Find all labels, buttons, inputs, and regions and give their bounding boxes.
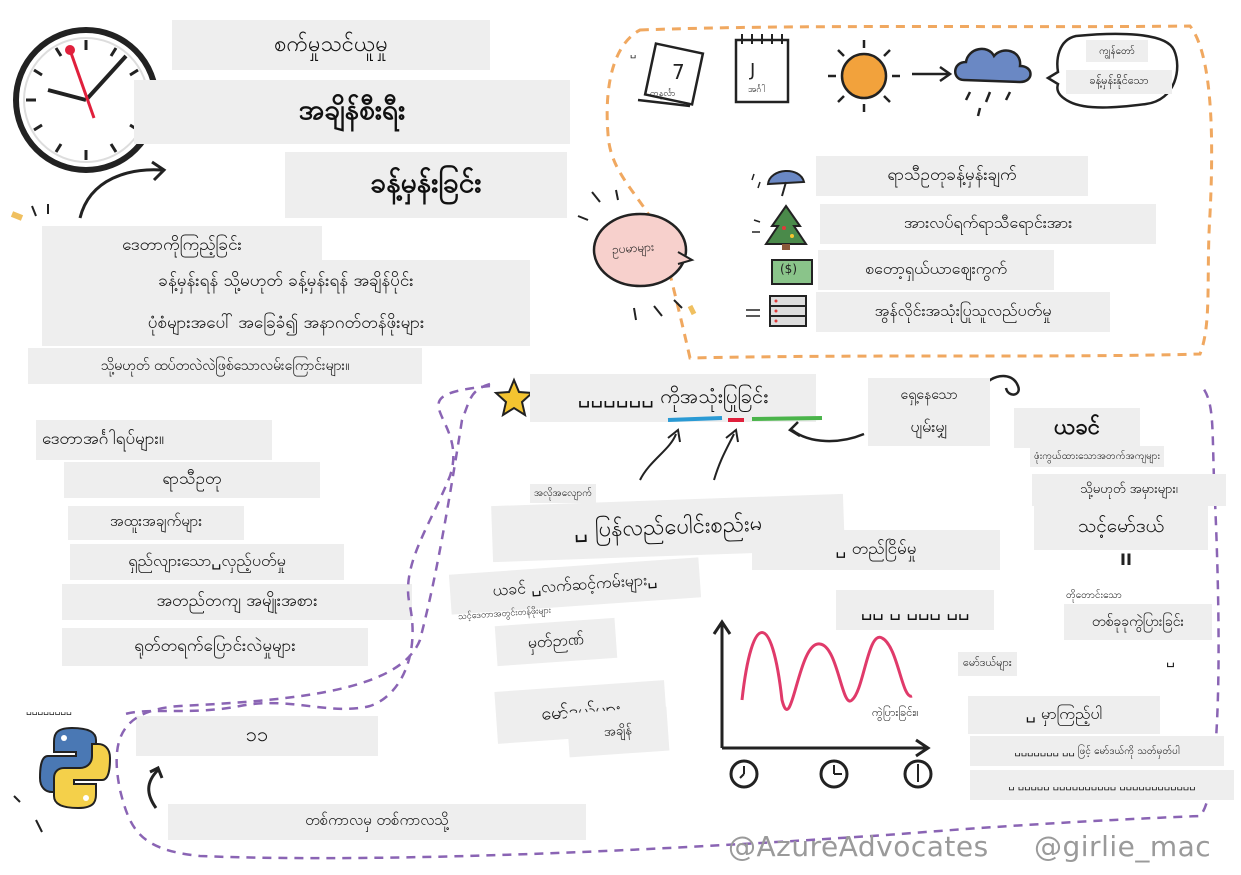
your-model: သင့်မော်ဒယ် (1034, 506, 1208, 550)
chart-caption: ကွဲပြားခြင်း။ (872, 706, 919, 719)
divider-glyph: II (1120, 550, 1132, 569)
auto-label: အလိုအလျောက် (530, 484, 597, 503)
moving-average-1: ရှေ့နေသော (868, 378, 990, 412)
moving-average-2: ပျမ်းမျှ (868, 410, 990, 446)
evaluate-line-2: ␣ ␣␣␣␣␣ ␣␣␣␣␣␣␣␣␣␣ ␣␣␣␣␣␣␣␣␣␣␣␣ (970, 770, 1234, 800)
look-at: ␣ မှာကြည့်ပါ (968, 696, 1160, 734)
short-note: တိုတောင်းသော (1066, 590, 1122, 601)
time-label: အချိန် (566, 706, 670, 758)
something-changes: တစ်ခုခုကွဲပြားခြင်း (1064, 604, 1212, 640)
memory-label: မှတ်ဉာဏ် (494, 617, 618, 667)
wave-chart (712, 619, 931, 758)
footer-girlie-mac: @girlie_mac (1034, 830, 1212, 863)
evaluate-line-1: ␣␣␣␣␣␣␣ ␣␣ ဖြင့် မော်ဒယ်ကို သတ်မှတ်ပါ (970, 736, 1224, 766)
clock-small-icons (729, 759, 933, 789)
stationarity: ␣ တည်ငြိမ်မှု (752, 530, 1000, 570)
models-note: မော်ဒယ်များ (958, 652, 1017, 676)
curved-arrow-icon-2 (639, 428, 739, 481)
hidden-fluctuations: ဖုံးကွယ်ထားသောအတက်အကျများ (1030, 446, 1165, 467)
previous-heading: ယခင် (1014, 408, 1140, 448)
curved-arrow-icon (787, 421, 865, 443)
footer-azure-advocates: @AzureAdvocates (728, 830, 989, 863)
star-icon (493, 377, 535, 418)
change-glyph: ␣ (1166, 652, 1175, 668)
or-errors: သို့မဟုတ် အမှားများ၊ (1032, 474, 1226, 506)
